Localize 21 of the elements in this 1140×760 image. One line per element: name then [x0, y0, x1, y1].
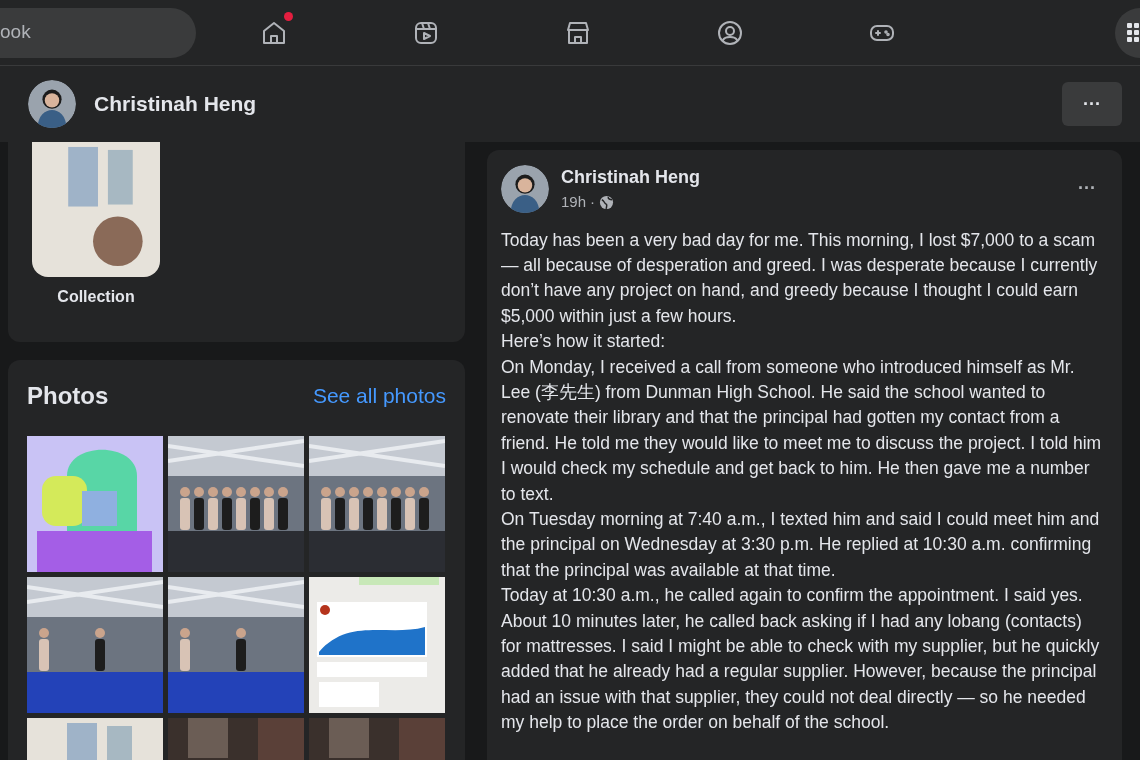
post-paragraph: On Monday, I received a call from someone who introduced himself as Mr. Lee (李先生) from Dunman High School. He said the school wanted to renovate their library and that the principal had gotten my contact from a friend. He told me they would like to meet me to discuss the project. I told him I would check my schedule and get back to him. He then gave me a number to text. — [501, 355, 1103, 506]
post-paragraph: On Tuesday morning at 7:40 a.m., I texted him and said I could meet him and the principal on Wednesday at 3:30 p.m. He replied at 10:30 a.m. confirming that the principal was available at that time. — [501, 507, 1101, 582]
people-icon — [716, 18, 744, 47]
post-time: 19h — [561, 192, 587, 212]
see-all-photos-link[interactable]: See all photos — [312, 380, 446, 412]
author-name: Christinah Heng — [561, 166, 700, 189]
search-field[interactable]: ook — [0, 7, 196, 58]
collection-tile[interactable]: Collection — [32, 142, 160, 309]
author-avatar — [501, 164, 549, 213]
photos-title: Photos — [27, 381, 109, 411]
post-paragraph: Here’s how it started: — [501, 330, 667, 354]
globe-icon — [599, 194, 615, 210]
separator-dot: · — [590, 192, 596, 212]
post-more-button[interactable]: ··· — [1078, 175, 1096, 203]
collection-label: Collection — [57, 287, 135, 307]
more-button[interactable]: ··· — [1062, 82, 1122, 126]
profile-name: Christinah Heng — [94, 91, 257, 118]
post-paragraph: Today has been a very bad day for me. This morning, I lost $7,000 to a scam — all because of desperation and greed. I was desperate because I currently don’t have any project on hand, and greedy because I thought I could earn $5,000 within just a few hours. — [501, 228, 1099, 328]
post-paragraph: Today at 10:30 a.m., he called again to confirm the appointment. I said yes. About 10 minutes later, he called back asking if I had any lobang (contacts) for mattresses. I said I might be able to check with my supplier, but he quickly added that he already had a regular supplier. However, because the principal had an issue with that supplier, they could not deal directly — so he needed my help to place the order on behalf of the school. — [501, 584, 1101, 735]
profile-avatar — [28, 80, 76, 128]
grid-icon — [1127, 22, 1139, 43]
